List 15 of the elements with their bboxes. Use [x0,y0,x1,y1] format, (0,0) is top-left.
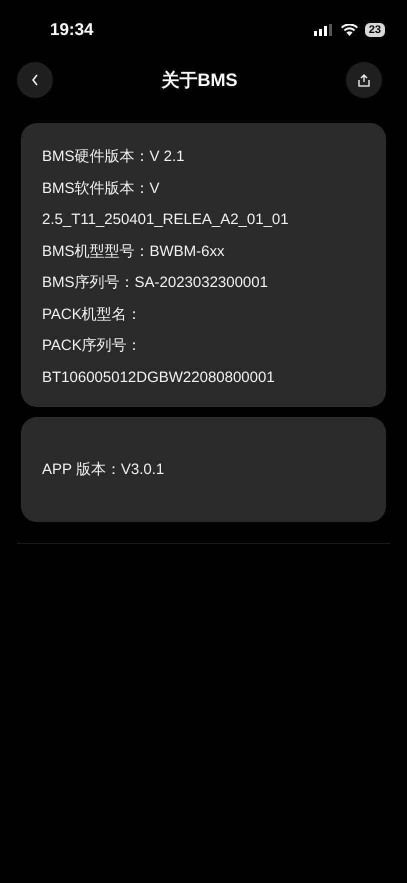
share-button[interactable] [346,62,382,98]
info-line: BMS软件版本：V 2.5_T11_250401_RELEA_A2_01_01 [42,178,290,230]
wifi-icon [340,24,358,36]
status-time: 19:34 [50,20,94,40]
info-line: BMS序列号：SA-2023032300001 [42,273,269,293]
back-icon [31,74,39,86]
share-icon [358,74,370,86]
info-line: BMS机型型号：BWBM-6xx [42,242,226,262]
info-line: PACK序列号： BT106005012DGBW22080800001 [42,336,276,388]
info-line: PACK机型名： [42,304,143,324]
info-line: APP 版本：V3.0.1 [42,460,166,480]
page-title: 关于BMS [162,69,238,92]
info-line: BMS硬件版本：V 2.1 [42,147,186,167]
battery-level: 23 [364,23,385,37]
signal-icon [314,24,334,36]
